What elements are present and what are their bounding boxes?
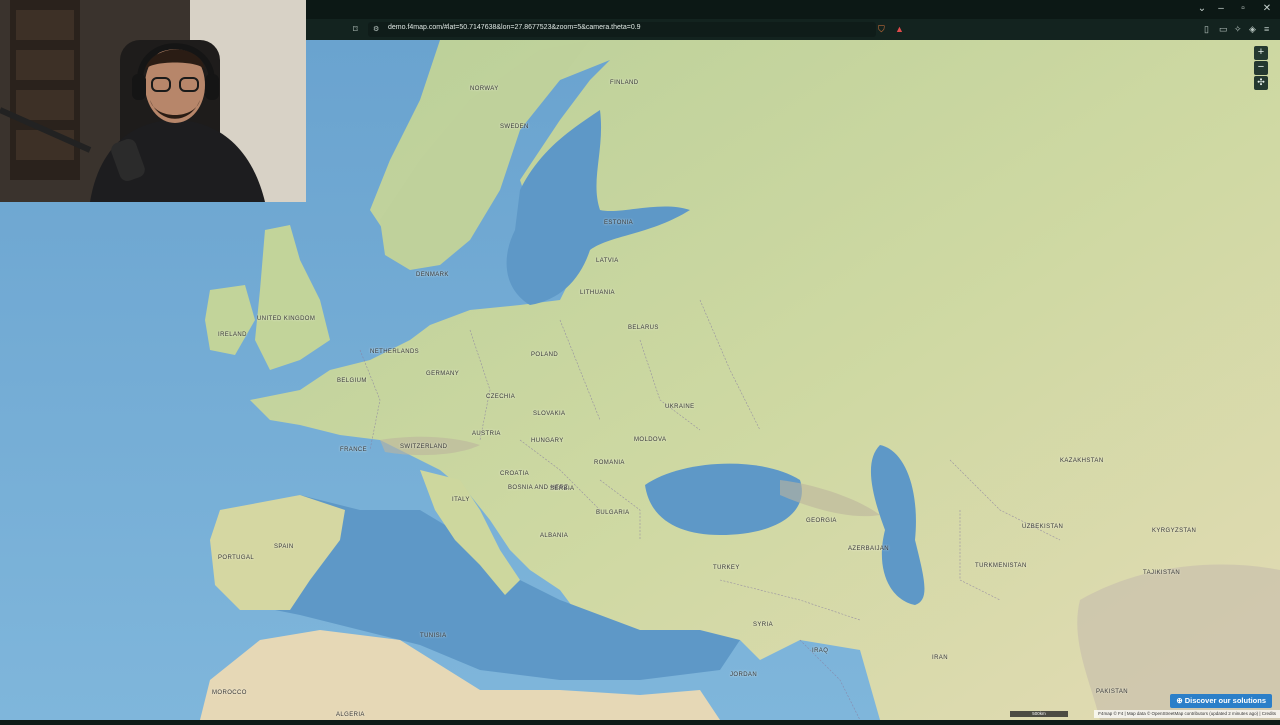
close-icon[interactable]: ✕	[1257, 2, 1277, 16]
country-label: IRAQ	[812, 648, 829, 654]
country-label: SWITZERLAND	[400, 444, 448, 450]
info-icon: ⊕	[1176, 696, 1185, 705]
country-label: UZBEKISTAN	[1022, 524, 1064, 530]
country-label: HUNGARY	[531, 438, 564, 444]
country-label: JORDAN	[730, 672, 758, 678]
country-label: SWEDEN	[500, 124, 529, 130]
brave-shield-icon[interactable]: ⛉	[878, 22, 885, 37]
site-info-icon[interactable]: ⚙	[373, 22, 379, 37]
webcam-overlay	[0, 0, 306, 202]
zoom-out-button[interactable]: −	[1254, 61, 1268, 75]
country-label: GEORGIA	[806, 518, 837, 524]
country-label: AZERBAIJAN	[848, 546, 890, 552]
country-label: BELARUS	[628, 325, 659, 331]
country-label: KYRGYZSTAN	[1152, 528, 1197, 534]
country-label: CROATIA	[500, 471, 530, 477]
country-label: ROMANIA	[594, 460, 625, 466]
rewards-icon[interactable]: ▲	[895, 22, 904, 37]
country-label: TAJIKISTAN	[1143, 570, 1181, 576]
country-label: TUNISIA	[420, 633, 447, 639]
scale-bar: 500km	[1010, 711, 1068, 717]
sidebar-icon[interactable]: ▯	[1204, 22, 1209, 37]
country-label: SYRIA	[753, 622, 774, 628]
country-label: LITHUANIA	[580, 290, 615, 296]
country-label: FINLAND	[610, 80, 639, 86]
zoom-in-button[interactable]: +	[1254, 46, 1268, 60]
country-label: SPAIN	[274, 544, 294, 550]
compass-icon[interactable]: ✣	[1254, 76, 1268, 90]
bookmark-icon[interactable]: ⌑	[353, 22, 358, 37]
country-label: SLOVAKIA	[533, 411, 566, 417]
country-label: ALGERIA	[336, 712, 365, 718]
country-label: KAZAKHSTAN	[1060, 458, 1104, 464]
webcam-video	[0, 0, 306, 202]
country-label: POLAND	[531, 352, 559, 358]
discover-label: Discover our solutions	[1184, 696, 1266, 705]
chevron-down-icon[interactable]: ⌄	[1192, 2, 1212, 16]
country-label: SERBIA	[550, 486, 575, 492]
url-field[interactable]: ⚙ demo.f4map.com/#lat=50.7147638&lon=27.…	[368, 22, 876, 37]
menu-icon[interactable]: ≡	[1264, 22, 1269, 37]
country-label: TURKEY	[713, 565, 740, 571]
country-label: PAKISTAN	[1096, 689, 1128, 695]
extensions-icon[interactable]: ✧	[1234, 22, 1242, 37]
country-label: IRAN	[932, 655, 948, 661]
country-label: NETHERLANDS	[370, 349, 420, 355]
country-label: UNITED KINGDOM	[257, 316, 316, 322]
country-label: MOLDOVA	[634, 437, 667, 443]
country-label: IRELAND	[218, 332, 247, 338]
country-label: ESTONIA	[604, 220, 634, 226]
country-label: BELGIUM	[337, 378, 367, 384]
country-label: CZECHIA	[486, 394, 516, 400]
vpn-icon[interactable]: ◈	[1249, 22, 1256, 37]
country-label: ITALY	[452, 497, 470, 503]
country-label: NORWAY	[470, 86, 499, 92]
map-attribution[interactable]: F4map © F4 | Map data © OpenStreetMap co…	[1094, 710, 1280, 718]
country-label: GERMANY	[426, 371, 460, 377]
discover-solutions-button[interactable]: ⊕ Discover our solutions	[1170, 694, 1272, 708]
country-label: LATVIA	[596, 258, 619, 264]
wallet-icon[interactable]: ▭	[1219, 22, 1228, 37]
country-label: ALBANIA	[540, 533, 569, 539]
country-label: DENMARK	[416, 272, 449, 278]
restore-icon[interactable]: ▫	[1233, 2, 1253, 16]
country-label: MOROCCO	[212, 690, 247, 696]
country-label: PORTUGAL	[218, 555, 255, 561]
country-label: BULGARIA	[596, 510, 630, 516]
country-label: FRANCE	[340, 447, 368, 453]
minimize-icon[interactable]: –	[1211, 2, 1231, 16]
country-label: AUSTRIA	[472, 431, 501, 437]
url-text: demo.f4map.com/#lat=50.7147638&lon=27.86…	[388, 24, 641, 31]
country-label: UKRAINE	[665, 404, 695, 410]
country-label: TURKMENISTAN	[975, 563, 1027, 569]
